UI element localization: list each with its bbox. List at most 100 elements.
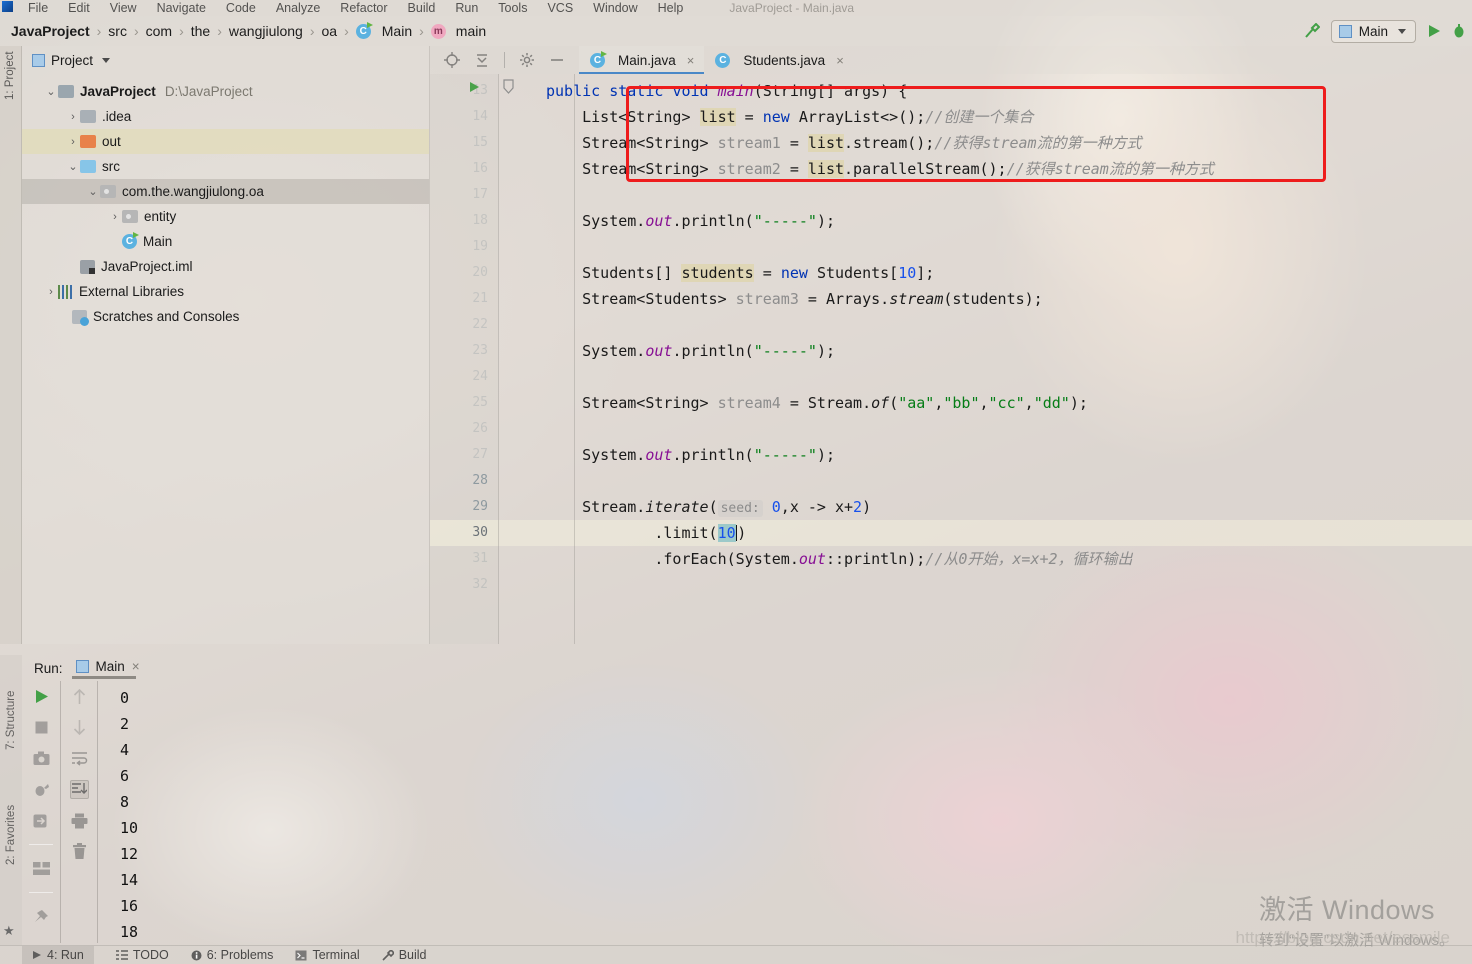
- line-number: 15: [472, 135, 488, 150]
- breadcrumb-item-project[interactable]: JavaProject: [4, 23, 97, 39]
- expand-arrow-icon[interactable]: ⌄: [66, 160, 80, 173]
- breadcrumb-label: com: [145, 23, 173, 39]
- menu-item-navigate[interactable]: Navigate: [147, 1, 216, 15]
- tree-node-scratches[interactable]: › Scratches and Consoles: [22, 304, 429, 329]
- expand-arrow-icon[interactable]: ›: [66, 111, 80, 123]
- tree-node-src[interactable]: ⌄ src: [22, 154, 429, 179]
- menu-item-code[interactable]: Code: [216, 1, 266, 15]
- close-icon[interactable]: ×: [132, 659, 140, 674]
- layout-icon[interactable]: [32, 859, 51, 878]
- menu-item-help[interactable]: Help: [648, 1, 694, 15]
- stop-icon[interactable]: [32, 718, 51, 737]
- expand-arrow-icon[interactable]: ›: [108, 211, 122, 223]
- menu-item-run[interactable]: Run: [445, 1, 488, 15]
- favorites-star-icon[interactable]: ★: [3, 923, 15, 939]
- run-tab-main[interactable]: Main ×: [71, 659, 144, 679]
- menu-item-view[interactable]: View: [100, 1, 147, 15]
- menu-item-window[interactable]: Window: [583, 1, 647, 15]
- code-line-13: public static void main(String[] args) {: [546, 82, 908, 100]
- tree-node-idea[interactable]: › .idea: [22, 104, 429, 129]
- print-icon[interactable]: [70, 811, 89, 830]
- menu-item-edit[interactable]: Edit: [58, 1, 100, 15]
- expand-arrow-icon[interactable]: ⌄: [86, 185, 100, 198]
- tree-node-out[interactable]: › out: [22, 129, 429, 154]
- breadcrumb-item-com[interactable]: com: [139, 23, 179, 39]
- locate-icon[interactable]: [444, 52, 460, 68]
- code-text-area[interactable]: public static void main(String[] args) {…: [498, 74, 1472, 644]
- chevron-down-icon[interactable]: [102, 57, 111, 63]
- statusbar-label: TODO: [132, 948, 169, 962]
- breadcrumb-item-the[interactable]: the: [184, 23, 217, 39]
- tree-node-external-libraries[interactable]: › External Libraries: [22, 279, 429, 304]
- run-tab-label: Main: [95, 659, 125, 674]
- code-editor[interactable]: 13 14 15 16 17 18 19 20 21 22 23 24 25 2…: [430, 74, 1472, 644]
- menu-item-refactor[interactable]: Refactor: [330, 1, 397, 15]
- hide-minus-icon[interactable]: [549, 52, 565, 68]
- expand-arrow-icon[interactable]: ›: [44, 286, 58, 298]
- menu-item-tools[interactable]: Tools: [488, 1, 537, 15]
- statusbar-item-run[interactable]: 4: Run: [22, 945, 94, 964]
- tab-main-java[interactable]: C Main.java ×: [579, 46, 705, 74]
- tree-node-label: JavaProject.iml: [101, 259, 193, 274]
- tree-node-main[interactable]: › C Main: [22, 229, 429, 254]
- editor-gutter[interactable]: 13 14 15 16 17 18 19 20 21 22 23 24 25 2…: [430, 74, 514, 644]
- soft-wrap-icon[interactable]: [70, 749, 89, 768]
- ide-window: File Edit View Navigate Code Analyze Ref…: [0, 0, 1472, 964]
- collapse-all-icon[interactable]: [474, 52, 490, 68]
- close-icon[interactable]: ×: [687, 53, 695, 68]
- rerun-icon[interactable]: [32, 687, 51, 706]
- console-output[interactable]: 0 2 4 6 8 10 12 14 16 18: [98, 681, 1472, 943]
- gutter-run-icon[interactable]: [470, 82, 479, 92]
- run-tool-window: 7: Structure 2: Favorites ★ Run: Main ×: [0, 655, 1472, 945]
- statusbar-label: 4: Run: [47, 948, 84, 962]
- breadcrumb-item-src[interactable]: src: [101, 23, 134, 39]
- pin-icon[interactable]: [32, 907, 51, 926]
- export-icon[interactable]: [32, 811, 51, 830]
- trash-icon[interactable]: [70, 842, 89, 861]
- breadcrumb-label: wangjiulong: [228, 23, 303, 39]
- breadcrumb-item-main-class[interactable]: C Main: [349, 21, 419, 39]
- menu-item-vcs[interactable]: VCS: [537, 1, 583, 15]
- tree-node-entity[interactable]: › entity: [22, 204, 429, 229]
- statusbar-item-terminal[interactable]: Terminal: [295, 948, 360, 962]
- statusbar-item-todo[interactable]: TODO: [115, 948, 169, 962]
- line-number: 22: [472, 317, 488, 332]
- up-arrow-icon[interactable]: [70, 687, 89, 706]
- tree-node-iml[interactable]: › JavaProject.iml: [22, 254, 429, 279]
- rail-label-project[interactable]: 1: Project: [4, 48, 16, 100]
- statusbar-label: 6: Problems: [206, 948, 274, 962]
- console-line: 4: [120, 741, 130, 759]
- menu-item-analyze[interactable]: Analyze: [266, 1, 330, 15]
- debug-bug-icon[interactable]: [1452, 23, 1466, 39]
- breadcrumb-item-wangjiulong[interactable]: wangjiulong: [222, 23, 310, 39]
- tree-node-package[interactable]: ⌄ com.the.wangjiulong.oa: [22, 179, 429, 204]
- rail-label-structure[interactable]: 7: Structure: [5, 691, 17, 750]
- line-number: 32: [472, 577, 488, 592]
- statusbar-item-problems[interactable]: 6: Problems: [191, 948, 274, 962]
- breadcrumb-item-main-method[interactable]: m main: [424, 23, 493, 39]
- settings-gear-icon[interactable]: [519, 52, 535, 68]
- run-panel-body: 0 2 4 6 8 10 12 14 16 18: [22, 681, 1472, 943]
- down-arrow-icon[interactable]: [70, 718, 89, 737]
- scratches-icon: [72, 309, 89, 326]
- close-icon[interactable]: ×: [836, 53, 844, 68]
- rail-label-favorites[interactable]: 2: Favorites: [5, 805, 17, 865]
- debug-icon[interactable]: [32, 780, 51, 799]
- expand-arrow-icon[interactable]: ›: [66, 136, 80, 148]
- breadcrumb-label: JavaProject: [11, 23, 90, 39]
- breadcrumb-item-oa[interactable]: oa: [315, 23, 345, 39]
- statusbar-item-build[interactable]: Build: [382, 948, 426, 962]
- menu-item-build[interactable]: Build: [398, 1, 446, 15]
- scroll-to-end-icon[interactable]: [69, 780, 89, 799]
- tree-node-javaproject[interactable]: ⌄ JavaProject D:\JavaProject: [22, 79, 429, 104]
- breadcrumb-label: Main: [381, 23, 413, 39]
- camera-icon[interactable]: [32, 749, 51, 768]
- hammer-icon[interactable]: [1302, 22, 1321, 41]
- run-configuration-selector[interactable]: Main: [1330, 19, 1416, 43]
- line-number: 28: [472, 473, 488, 488]
- menu-item-file[interactable]: File: [18, 1, 58, 15]
- expand-arrow-icon[interactable]: ⌄: [44, 85, 58, 98]
- run-triangle-icon[interactable]: [1426, 23, 1442, 39]
- line-number: 21: [472, 291, 488, 306]
- tab-students-java[interactable]: C Students.java ×: [704, 46, 853, 74]
